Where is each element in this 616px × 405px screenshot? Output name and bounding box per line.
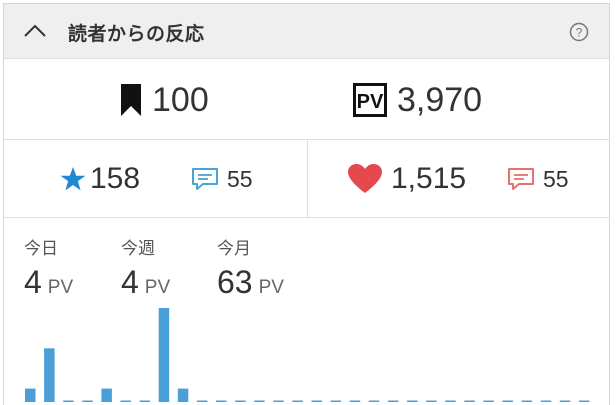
totals-row: 100 PV 3,970 — [4, 59, 609, 140]
bookmark-icon — [121, 84, 141, 116]
pv-bar[interactable] — [63, 400, 74, 403]
star-stat[interactable]: 158 — [60, 159, 140, 199]
svg-text:PV: PV — [357, 91, 384, 113]
panel-title: 読者からの反応 — [68, 23, 205, 45]
pv-section: 今日 4 PV 今週 4 PV 今月 63 PV — [4, 218, 609, 405]
star-count: 158 — [90, 162, 141, 195]
pv-bar[interactable] — [254, 400, 265, 403]
comment-icon-red — [508, 168, 534, 190]
heart-icon — [348, 164, 382, 193]
pv-bar[interactable] — [120, 400, 132, 403]
pv-bar[interactable] — [44, 348, 55, 402]
comment-icon — [192, 168, 218, 190]
star-comment-count: 55 — [227, 165, 253, 192]
star-comment-stat[interactable]: 55 — [191, 159, 253, 199]
pv-bar[interactable] — [368, 400, 380, 403]
pv-bar[interactable] — [426, 400, 437, 403]
pv-bar[interactable] — [349, 400, 361, 403]
star-icon — [60, 167, 86, 191]
pv-bar[interactable] — [483, 400, 494, 403]
pv-bar[interactable] — [82, 400, 93, 403]
pv-icon: PV — [353, 83, 387, 117]
bookmark-stat[interactable]: 100 — [120, 80, 209, 120]
pv-bar[interactable] — [578, 400, 590, 403]
pv-bar[interactable] — [177, 388, 189, 402]
pv-bar[interactable] — [235, 400, 246, 403]
like-comment-stat[interactable]: 55 — [507, 159, 569, 199]
like-count: 1,515 — [391, 162, 467, 195]
pv-bar[interactable] — [540, 400, 552, 403]
bookmark-count: 100 — [152, 80, 209, 119]
pv-bar[interactable] — [464, 400, 475, 403]
pv-total-stat: PV 3,970 — [353, 80, 482, 120]
pv-bar[interactable] — [330, 400, 342, 403]
pv-bar[interactable] — [216, 400, 227, 403]
pv-bar[interactable] — [292, 400, 303, 403]
svg-text:?: ? — [576, 26, 583, 40]
pv-bar[interactable] — [521, 400, 533, 403]
reader-reactions-panel: 読者からの反応 ? 100 PV 3,970 158 55 1,515 55 今… — [3, 3, 610, 405]
pv-total-count: 3,970 — [397, 80, 483, 119]
divider — [307, 140, 308, 217]
pv-bar[interactable] — [311, 400, 323, 403]
pv-bar[interactable] — [445, 400, 456, 403]
pv-bar[interactable] — [387, 400, 399, 403]
pv-bar[interactable] — [158, 308, 170, 402]
pv-bar[interactable] — [502, 400, 514, 403]
daily-pv-chart — [25, 308, 590, 403]
pv-bar[interactable] — [559, 400, 571, 403]
chevron-up-icon[interactable] — [23, 20, 47, 40]
pv-bar[interactable] — [139, 400, 151, 403]
pv-bar[interactable] — [196, 400, 208, 403]
panel-header[interactable]: 読者からの反応 ? — [4, 4, 609, 59]
pv-bar[interactable] — [101, 388, 112, 402]
help-icon[interactable]: ? — [569, 22, 589, 42]
like-comment-count: 55 — [543, 165, 569, 192]
reactions-row: 158 55 1,515 55 — [4, 140, 609, 218]
pv-bar[interactable] — [25, 388, 36, 402]
pv-bar[interactable] — [273, 400, 284, 403]
pv-bar[interactable] — [407, 400, 418, 403]
like-stat[interactable]: 1,515 — [347, 159, 466, 199]
